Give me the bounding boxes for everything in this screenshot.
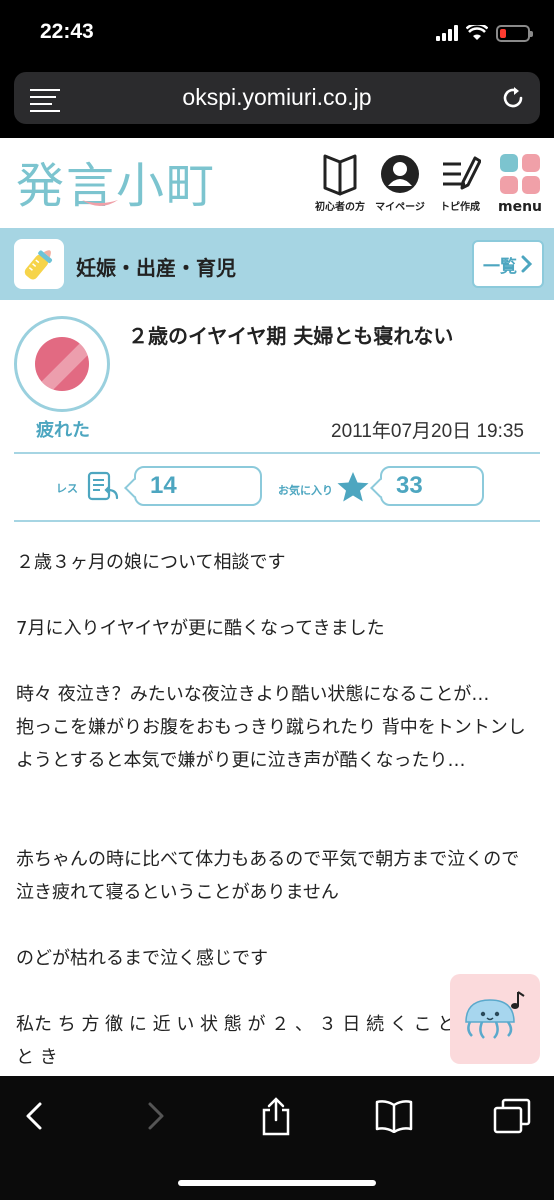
signal-icon <box>436 25 458 41</box>
nav-label-beginners: 初心者の方 <box>315 202 365 213</box>
body-line <box>16 810 538 843</box>
counts-row: レス 14 お気に入り 33 <box>0 466 554 510</box>
url-text[interactable]: okspi.yomiuri.co.jp <box>14 84 540 111</box>
body-line <box>16 645 538 678</box>
body-line: 赤ちゃんの時に比べて体力もあるので平気で朝方まで泣くので 泣き疲れて寝るというこ… <box>16 849 526 903</box>
topic-title: ２歳のイヤイヤ期 夫婦とも寝れない <box>128 324 454 348</box>
category-icon-box <box>14 239 64 289</box>
nav-beginners[interactable]: 初心者の方 <box>315 152 365 215</box>
reload-icon[interactable] <box>500 85 526 111</box>
forward-button[interactable] <box>134 1094 178 1138</box>
nav-label-mypage: マイページ <box>375 202 425 213</box>
divider <box>14 452 540 454</box>
back-button[interactable] <box>12 1094 56 1138</box>
tabs-icon <box>493 1098 531 1134</box>
mood-label: 疲れた <box>36 420 90 441</box>
home-indicator[interactable] <box>178 1180 376 1186</box>
nav-label-menu: menu <box>497 199 543 215</box>
status-icons <box>436 22 533 44</box>
body-line: ２歳３ヶ月の娘について相談です <box>16 552 286 573</box>
bookmarks-button[interactable] <box>372 1094 416 1138</box>
replies-count-box[interactable]: 14 <box>134 466 262 506</box>
mascot-button[interactable] <box>450 974 540 1064</box>
compose-icon <box>443 156 481 190</box>
favorites-count-box[interactable]: 33 <box>380 466 484 506</box>
star-icon[interactable] <box>336 470 370 504</box>
favorites-count: 33 <box>396 472 423 499</box>
mood-icon <box>14 316 110 412</box>
chevron-right-icon <box>148 1102 164 1130</box>
category-list-button[interactable]: 一覧 <box>472 240 544 288</box>
browser-chrome: 22:43 okspi.yomiuri.co.jp <box>0 0 554 138</box>
replies-count: 14 <box>150 472 177 499</box>
chevron-left-icon <box>26 1102 42 1130</box>
chevron-right-icon <box>521 255 533 273</box>
jellyfish-icon <box>465 991 525 1039</box>
body-line <box>16 579 538 612</box>
nav-label-create-topic: トピ作成 <box>440 202 480 213</box>
category-title: 妊娠・出産・育児 <box>76 256 236 280</box>
share-button[interactable] <box>254 1094 298 1138</box>
tabs-button[interactable] <box>490 1094 534 1138</box>
menu-grid-icon <box>500 154 540 194</box>
divider <box>14 520 540 522</box>
user-icon <box>381 155 419 193</box>
body-line <box>16 777 538 810</box>
status-time: 22:43 <box>40 20 94 43</box>
book-icon <box>323 154 357 196</box>
logo-lips-icon <box>82 200 118 206</box>
nav-mypage[interactable]: マイページ <box>375 152 425 215</box>
favorites-label: お気に入り <box>278 484 333 497</box>
battery-icon <box>496 24 533 42</box>
topic-date: 2011年07月20日 19:35 <box>331 421 524 442</box>
wifi-icon <box>466 25 488 40</box>
body-line: 7月に入りイヤイヤが更に酷くなってきました <box>16 618 385 639</box>
nav-create-topic[interactable]: トピ作成 <box>436 152 484 215</box>
baby-bottle-icon <box>24 250 53 280</box>
body-line: 抱っこを嫌がりお腹をおもっきり蹴られたり 背中をトントンしようとすると本気で嫌が… <box>16 717 526 771</box>
list-button-label: 一覧 <box>483 256 517 277</box>
body-line: のどが枯れるまで泣く感じです <box>16 948 268 969</box>
body-line: 時々 夜泣き？みたいな夜泣きより酷い状態になることが… <box>16 684 490 705</box>
replies-label: レス <box>56 482 78 495</box>
book-open-icon <box>375 1100 413 1133</box>
category-bar: 妊娠・出産・育児 一覧 <box>0 228 554 300</box>
share-icon <box>262 1097 290 1136</box>
address-bar[interactable]: okspi.yomiuri.co.jp <box>14 72 540 124</box>
site-nav: 初心者の方 マイページ トピ作成 menu <box>315 152 544 215</box>
replies-icon <box>87 471 119 501</box>
body-line <box>16 909 538 942</box>
nav-menu[interactable]: menu <box>496 152 544 215</box>
site-header: 発言小町 初心者の方 マイページ トピ作成 menu <box>0 138 554 228</box>
